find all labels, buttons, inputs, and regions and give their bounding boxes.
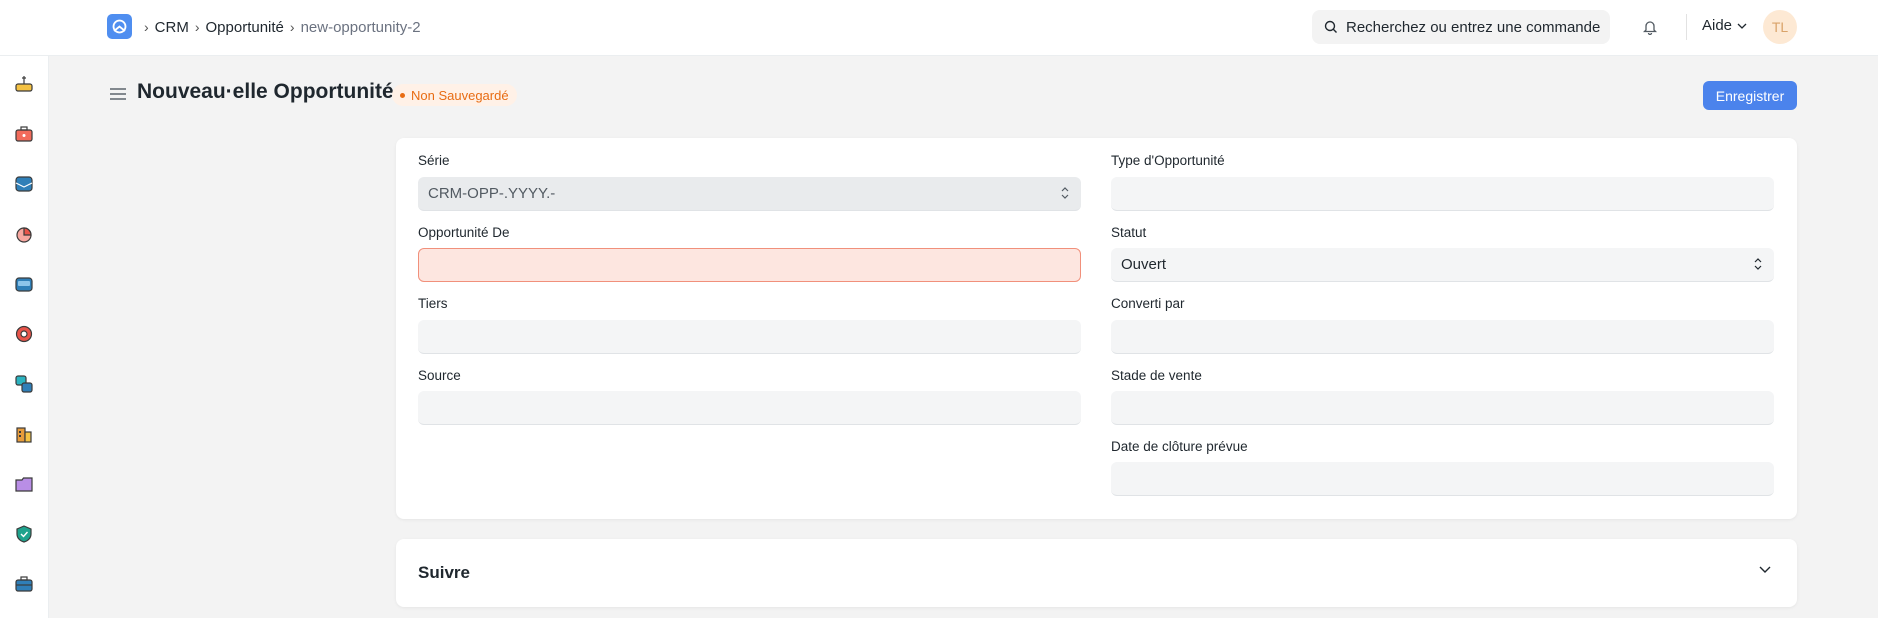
help-dropdown[interactable]: Aide xyxy=(1702,17,1747,34)
save-button[interactable]: Enregistrer xyxy=(1703,81,1797,110)
hamburger-menu-icon[interactable] xyxy=(110,85,128,103)
status-badge-label: Non Sauvegardé xyxy=(411,87,509,103)
sales-stage-field[interactable] xyxy=(1111,391,1774,425)
follow-up-section[interactable]: Suivre xyxy=(396,539,1797,607)
opportunity-from-field[interactable] xyxy=(418,248,1081,282)
lifebuoy-icon[interactable] xyxy=(12,322,36,346)
search-icon xyxy=(1324,20,1338,34)
series-value: CRM-OPP-.YYYY.- xyxy=(428,185,556,202)
app-logo-icon[interactable] xyxy=(107,14,132,39)
field-label-status: Statut xyxy=(1111,225,1147,240)
chevron-right-icon: › xyxy=(289,19,295,35)
status-badge: Non Sauvegardé xyxy=(392,84,517,106)
search-input[interactable]: Recherchez ou entrez une commande xyxy=(1312,10,1610,44)
field-label-opportunity-type: Type d'Opportunité xyxy=(1111,153,1225,168)
notification-bell-icon[interactable] xyxy=(1640,17,1660,37)
field-label-series: Série xyxy=(418,153,450,168)
select-arrows-icon xyxy=(1754,257,1762,271)
status-dot-icon xyxy=(400,92,405,98)
section-title: Suivre xyxy=(418,563,470,582)
shield-icon[interactable] xyxy=(12,522,36,546)
chevron-down-icon xyxy=(1737,23,1747,29)
field-label-expected-closing: Date de clôture prévue xyxy=(1111,439,1248,454)
pie-chart-icon[interactable] xyxy=(12,222,36,246)
status-value: Ouvert xyxy=(1121,256,1167,273)
breadcrumb-opportunity[interactable]: Opportunité xyxy=(206,19,284,36)
converted-by-field[interactable] xyxy=(1111,320,1774,354)
field-label-sales-stage: Stade de vente xyxy=(1111,368,1202,383)
navbar-divider xyxy=(1686,14,1687,40)
top-navbar: › CRM › Opportunité › new-opportunity-2 … xyxy=(0,0,1878,56)
left-sidebar xyxy=(0,56,49,618)
help-label: Aide xyxy=(1702,17,1733,34)
status-select[interactable]: Ouvert xyxy=(1111,248,1774,282)
chevron-right-icon: › xyxy=(194,19,200,35)
chevron-right-icon: › xyxy=(144,19,149,35)
toolbox-icon[interactable] xyxy=(12,572,36,596)
chevron-down-icon[interactable] xyxy=(1759,566,1771,574)
field-label-opportunity-from: Opportunité De xyxy=(418,225,510,240)
form-card: Série CRM-OPP-.YYYY.- Opportunité De Tie… xyxy=(396,138,1797,519)
select-arrows-icon xyxy=(1061,186,1069,200)
source-field[interactable] xyxy=(418,391,1081,425)
breadcrumb-current: new-opportunity-2 xyxy=(300,18,421,36)
opportunity-type-field[interactable] xyxy=(1111,177,1774,211)
inbox-icon[interactable] xyxy=(12,272,36,296)
mail-icon[interactable] xyxy=(12,172,36,196)
expected-closing-date-field[interactable] xyxy=(1111,462,1774,496)
series-select[interactable]: CRM-OPP-.YYYY.- xyxy=(418,177,1081,211)
field-label-converted-by: Converti par xyxy=(1111,296,1185,311)
buildings-icon[interactable] xyxy=(12,422,36,446)
home-icon[interactable] xyxy=(12,72,36,96)
breadcrumb-crm[interactable]: CRM xyxy=(155,19,189,36)
cards-icon[interactable] xyxy=(12,372,36,396)
avatar[interactable]: TL xyxy=(1763,10,1797,44)
field-label-source: Source xyxy=(418,368,461,383)
field-label-party: Tiers xyxy=(418,296,448,311)
breadcrumb: › CRM › Opportunité › new-opportunity-2 xyxy=(144,17,427,37)
search-placeholder: Recherchez ou entrez une commande xyxy=(1346,18,1601,36)
folder-icon[interactable] xyxy=(12,472,36,496)
page-title: Nouveau·elle Opportunité xyxy=(137,80,394,103)
briefcase-red-icon[interactable] xyxy=(12,122,36,146)
party-field[interactable] xyxy=(418,320,1081,354)
